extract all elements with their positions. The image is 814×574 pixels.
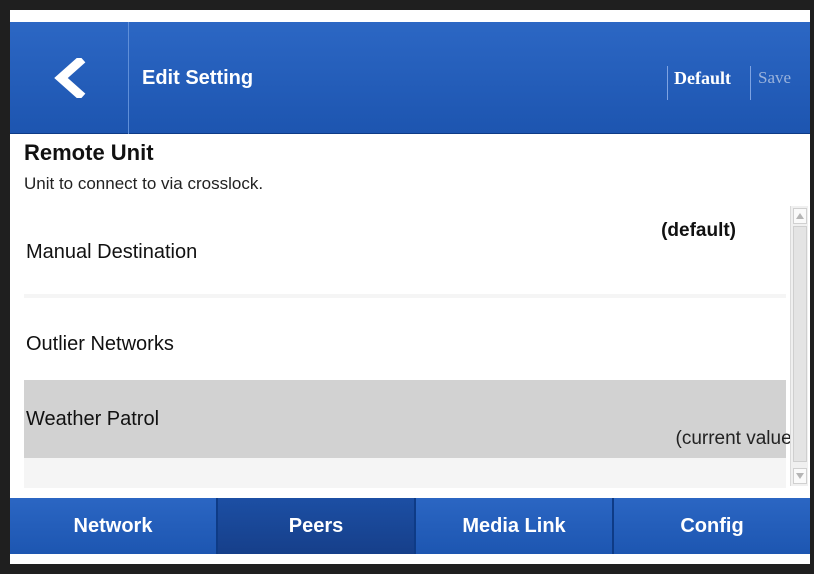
option-weather-patrol[interactable]: Weather Patrol (current value) [24, 380, 798, 458]
tab-config[interactable]: Config [614, 498, 810, 554]
bottom-tab-bar: Network Peers Media Link Config [10, 498, 810, 554]
app-window: Edit Setting Default Save Remote Unit Un… [10, 10, 810, 564]
save-button[interactable]: Save [758, 22, 791, 134]
option-label: Weather Patrol [26, 408, 160, 430]
option-outlier-networks[interactable]: Outlier Networks [24, 298, 786, 380]
option-label: Outlier Networks [26, 333, 174, 355]
header-divider [750, 66, 751, 100]
chevron-left-icon [54, 58, 86, 98]
option-manual-destination[interactable]: Manual Destination (default) [24, 206, 786, 294]
tab-peers[interactable]: Peers [218, 498, 416, 554]
setting-title: Remote Unit [24, 140, 154, 165]
back-button[interactable] [10, 22, 129, 134]
tab-network[interactable]: Network [10, 498, 218, 554]
page-title: Edit Setting [142, 66, 254, 89]
scroll-thumb[interactable] [793, 226, 807, 462]
list-scrollbar[interactable] [790, 206, 808, 486]
default-button[interactable]: Default [674, 22, 731, 134]
scroll-up-button[interactable] [793, 208, 807, 224]
current-value-tag: (current value) [675, 428, 799, 449]
options-list: Manual Destination (default) Outlier Net… [24, 206, 798, 488]
setting-description: Unit to connect to via crosslock. [24, 174, 264, 193]
header-bar: Edit Setting Default Save [10, 22, 810, 134]
arrow-down-icon [796, 473, 804, 479]
option-label: Manual Destination [26, 241, 198, 263]
default-tag: (default) [661, 220, 736, 241]
arrow-up-icon [796, 213, 804, 219]
header-divider [667, 66, 668, 100]
scroll-down-button[interactable] [793, 468, 807, 484]
tab-media-link[interactable]: Media Link [416, 498, 614, 554]
